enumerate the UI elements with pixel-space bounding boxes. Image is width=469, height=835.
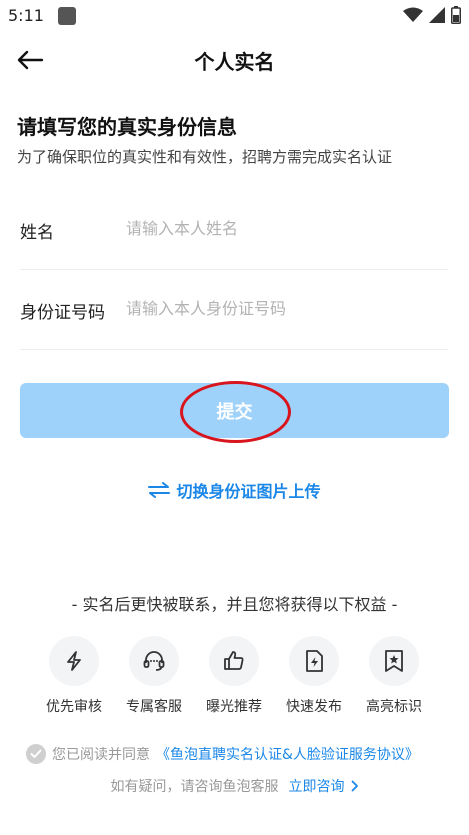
submit-button[interactable]: 提交	[20, 383, 449, 438]
name-input[interactable]	[126, 210, 436, 246]
benefit-label: 高亮标识	[366, 699, 422, 715]
document-lightning-icon	[306, 650, 323, 672]
agreement-checkbox[interactable]	[26, 744, 46, 764]
name-row: 姓名	[20, 190, 448, 270]
agreement-link[interactable]: 《鱼泡直聘实名认证&人脸验证服务协议》	[156, 744, 419, 764]
benefit-exclusive-service: 专属客服	[114, 636, 194, 716]
benefit-exposure-recommend: 曝光推荐	[194, 636, 274, 716]
id-number-input[interactable]	[126, 290, 436, 326]
benefit-label: 快速发布	[286, 699, 342, 715]
star-badge-icon	[385, 650, 403, 672]
lightning-icon	[67, 651, 81, 671]
swap-arrows-icon	[148, 482, 171, 498]
wifi-icon	[403, 7, 423, 22]
notification-icon	[58, 7, 76, 25]
status-bar: 5:11	[0, 0, 469, 32]
status-time: 5:11	[8, 6, 44, 25]
switch-upload-label: 切换身份证图片上传	[176, 482, 321, 501]
id-number-row: 身份证号码	[20, 270, 448, 350]
benefits-list: 优先审核 专属客服 曝光推荐 快速发布 高亮标识	[34, 636, 434, 716]
help-text: 如有疑问，请咨询鱼泡客服	[110, 779, 279, 795]
benefit-label: 专属客服	[126, 699, 182, 715]
page-title: 个人实名	[194, 50, 275, 74]
status-icons	[403, 6, 461, 24]
signal-icon	[429, 7, 445, 23]
benefit-priority-review: 优先审核	[34, 636, 114, 716]
section-subheading: 为了确保职位的真实性和有效性，招聘方需完成实名认证	[17, 148, 393, 166]
switch-id-photo-upload-link[interactable]: 切换身份证图片上传	[0, 478, 469, 502]
benefit-highlight-badge: 高亮标识	[354, 636, 434, 716]
headset-icon	[143, 651, 165, 671]
agreement-prefix: 您已阅读并同意	[52, 747, 150, 763]
consult-now-label: 立即咨询	[288, 779, 345, 795]
help-row: 如有疑问，请咨询鱼泡客服 立即咨询	[0, 776, 469, 796]
checkmark-icon	[30, 749, 42, 758]
benefit-label: 曝光推荐	[206, 699, 262, 715]
benefits-title: - 实名后更快被联系，并且您将获得以下权益 -	[71, 595, 398, 614]
id-number-label: 身份证号码	[20, 303, 105, 323]
chevron-right-icon	[351, 780, 358, 792]
benefit-quick-publish: 快速发布	[274, 636, 354, 716]
top-bar: 个人实名	[0, 38, 469, 82]
thumbs-up-icon	[224, 651, 244, 670]
agreement-row: 您已阅读并同意 《鱼泡直聘实名认证&人脸验证服务协议》	[26, 744, 456, 764]
consult-now-link[interactable]: 立即咨询	[289, 776, 359, 796]
name-label: 姓名	[20, 223, 54, 243]
battery-icon	[451, 6, 461, 24]
benefit-label: 优先审核	[46, 699, 102, 715]
section-heading: 请填写您的真实身份信息	[17, 115, 237, 139]
